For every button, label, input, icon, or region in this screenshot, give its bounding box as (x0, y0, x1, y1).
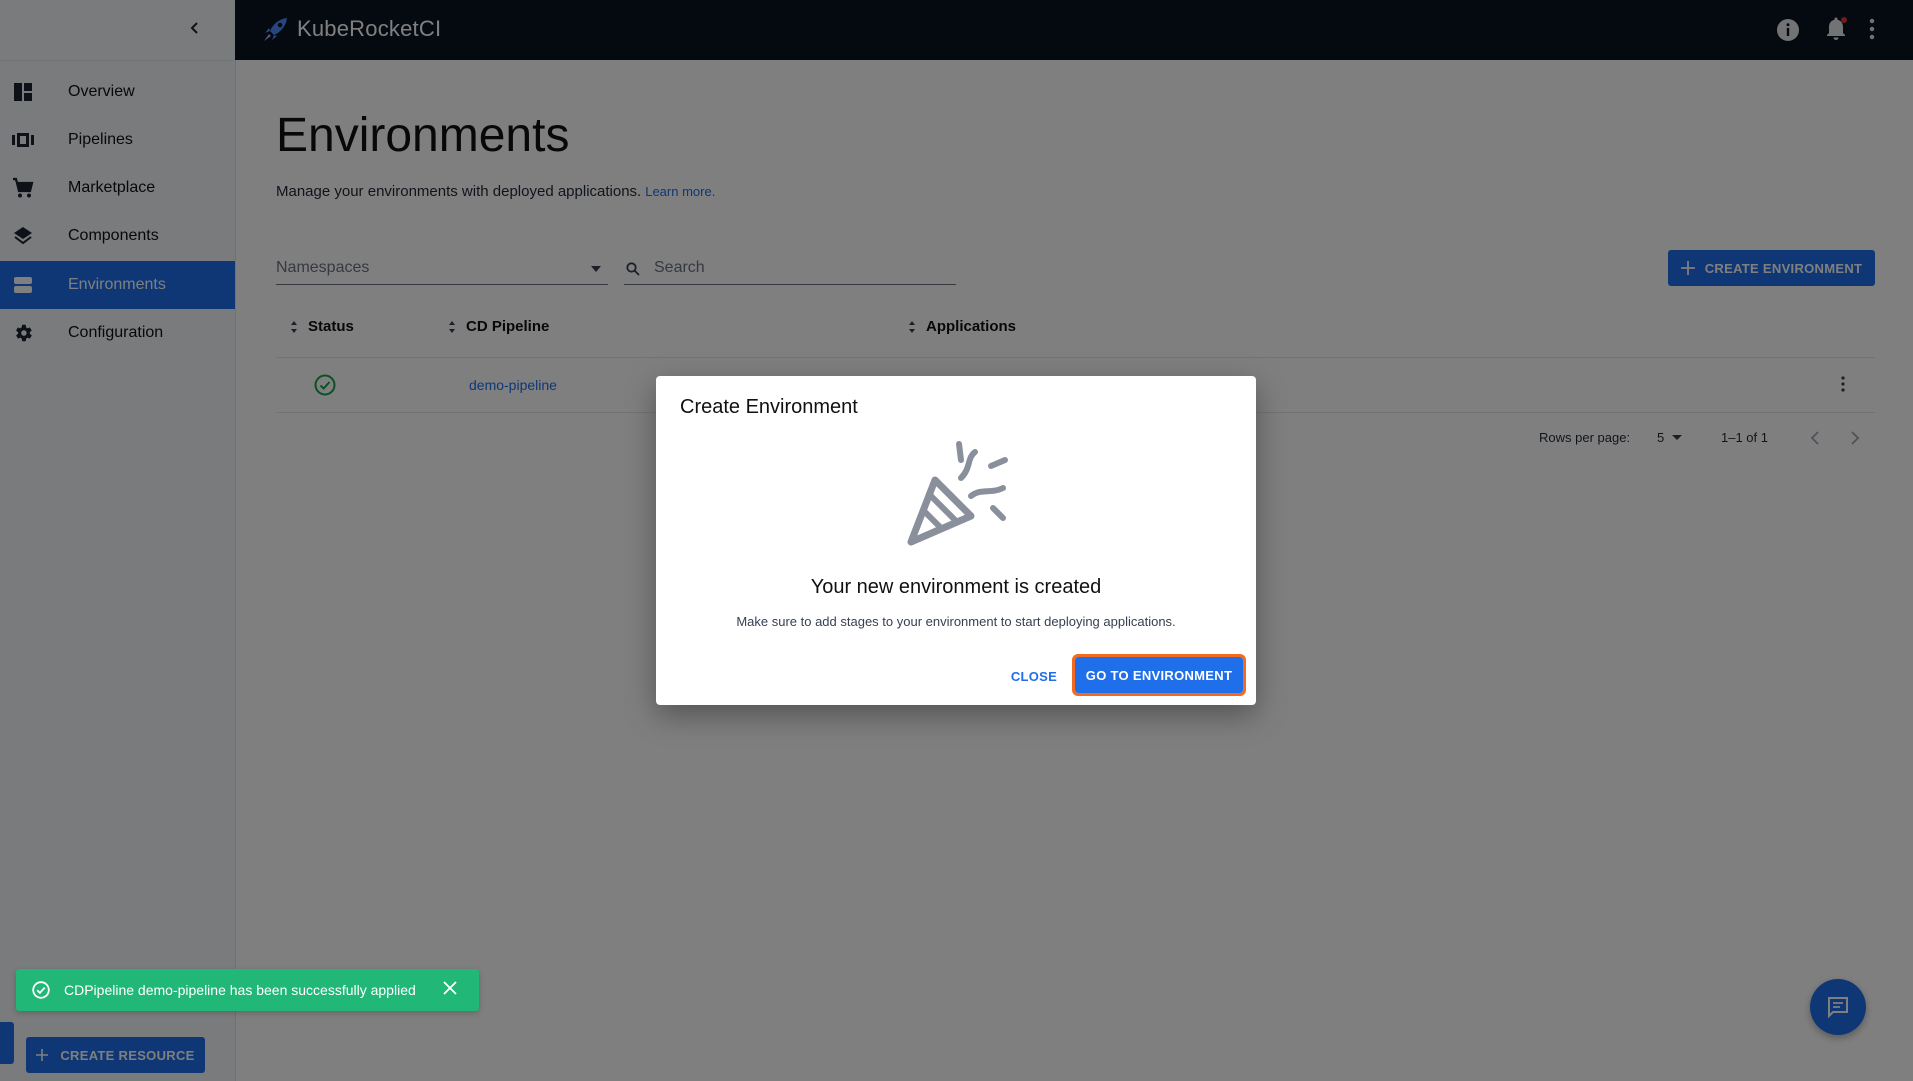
go-to-environment-button[interactable]: GO TO ENVIRONMENT (1072, 654, 1246, 696)
check-circle-icon (32, 981, 50, 999)
close-button[interactable]: CLOSE (1004, 662, 1064, 690)
toast-message: CDPipeline demo-pipeline has been succes… (64, 982, 416, 998)
success-toast: CDPipeline demo-pipeline has been succes… (16, 969, 479, 1011)
dialog-text: Make sure to add stages to your environm… (736, 614, 1176, 629)
dialog-heading: Your new environment is created (810, 576, 1102, 598)
party-popper-icon (907, 441, 1008, 546)
dialog-title: Create Environment (680, 396, 858, 418)
create-environment-dialog: Create Environment Your new environment … (656, 376, 1256, 705)
close-icon[interactable] (443, 981, 457, 995)
